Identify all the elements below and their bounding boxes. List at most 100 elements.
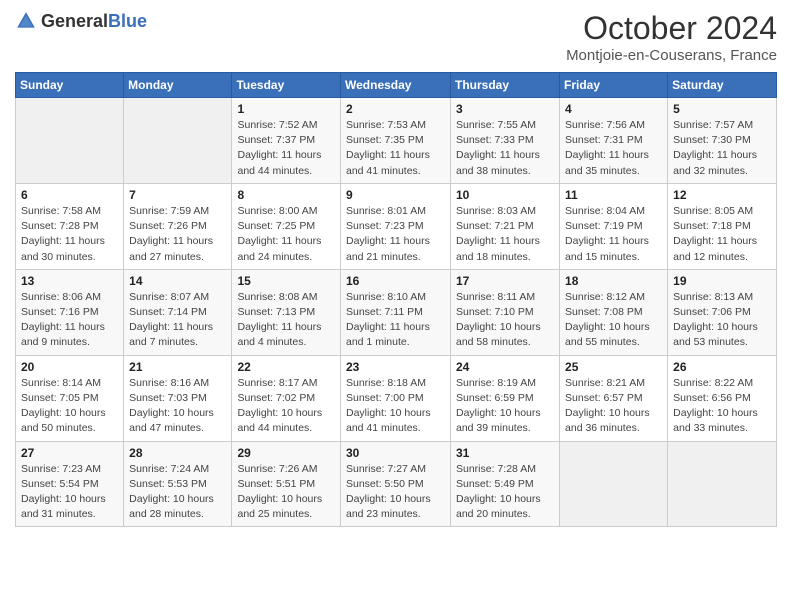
day-number: 19 (673, 274, 771, 288)
day-number: 2 (346, 102, 445, 116)
day-cell (560, 441, 668, 527)
day-detail: Sunrise: 8:16 AMSunset: 7:03 PMDaylight:… (129, 376, 226, 437)
day-detail: Sunrise: 8:03 AMSunset: 7:21 PMDaylight:… (456, 204, 554, 265)
day-number: 9 (346, 188, 445, 202)
day-number: 7 (129, 188, 226, 202)
week-row-3: 13 Sunrise: 8:06 AMSunset: 7:16 PMDayligh… (16, 269, 777, 355)
day-number: 6 (21, 188, 118, 202)
day-number: 8 (237, 188, 335, 202)
day-number: 20 (21, 360, 118, 374)
day-detail: Sunrise: 8:12 AMSunset: 7:08 PMDaylight:… (565, 290, 662, 351)
day-cell: 30 Sunrise: 7:27 AMSunset: 5:50 PMDayligh… (341, 441, 451, 527)
day-detail: Sunrise: 8:08 AMSunset: 7:13 PMDaylight:… (237, 290, 335, 351)
day-number: 15 (237, 274, 335, 288)
day-cell: 19 Sunrise: 8:13 AMSunset: 7:06 PMDayligh… (668, 269, 777, 355)
weekday-header-thursday: Thursday (451, 73, 560, 98)
day-number: 18 (565, 274, 662, 288)
day-cell: 23 Sunrise: 8:18 AMSunset: 7:00 PMDayligh… (341, 355, 451, 441)
day-cell: 3 Sunrise: 7:55 AMSunset: 7:33 PMDaylight… (451, 98, 560, 184)
calendar-page: GeneralBlue October 2024 Montjoie-en-Cou… (0, 0, 792, 542)
day-detail: Sunrise: 8:06 AMSunset: 7:16 PMDaylight:… (21, 290, 118, 351)
day-detail: Sunrise: 8:00 AMSunset: 7:25 PMDaylight:… (237, 204, 335, 265)
day-cell: 2 Sunrise: 7:53 AMSunset: 7:35 PMDaylight… (341, 98, 451, 184)
day-detail: Sunrise: 8:13 AMSunset: 7:06 PMDaylight:… (673, 290, 771, 351)
weekday-header-sunday: Sunday (16, 73, 124, 98)
day-cell: 10 Sunrise: 8:03 AMSunset: 7:21 PMDayligh… (451, 183, 560, 269)
day-number: 23 (346, 360, 445, 374)
day-number: 29 (237, 446, 335, 460)
day-detail: Sunrise: 7:59 AMSunset: 7:26 PMDaylight:… (129, 204, 226, 265)
day-number: 27 (21, 446, 118, 460)
day-cell (124, 98, 232, 184)
day-detail: Sunrise: 8:01 AMSunset: 7:23 PMDaylight:… (346, 204, 445, 265)
day-cell: 9 Sunrise: 8:01 AMSunset: 7:23 PMDaylight… (341, 183, 451, 269)
logo: GeneralBlue (15, 10, 147, 32)
day-detail: Sunrise: 7:24 AMSunset: 5:53 PMDaylight:… (129, 462, 226, 523)
day-detail: Sunrise: 8:19 AMSunset: 6:59 PMDaylight:… (456, 376, 554, 437)
day-number: 4 (565, 102, 662, 116)
day-cell (668, 441, 777, 527)
day-cell: 4Sunrise: 7:56 AMSunset: 7:31 PMDaylight… (560, 98, 668, 184)
day-number: 25 (565, 360, 662, 374)
day-number: 10 (456, 188, 554, 202)
day-detail: Sunrise: 7:58 AMSunset: 7:28 PMDaylight:… (21, 204, 118, 265)
day-number: 13 (21, 274, 118, 288)
day-detail: Sunrise: 8:11 AMSunset: 7:10 PMDaylight:… (456, 290, 554, 351)
day-number: 24 (456, 360, 554, 374)
day-cell: 22Sunrise: 8:17 AMSunset: 7:02 PMDayligh… (232, 355, 341, 441)
day-cell: 20Sunrise: 8:14 AMSunset: 7:05 PMDayligh… (16, 355, 124, 441)
day-number: 21 (129, 360, 226, 374)
day-cell: 1Sunrise: 7:52 AMSunset: 7:37 PMDaylight… (232, 98, 341, 184)
logo-blue: Blue (108, 11, 147, 31)
day-detail: Sunrise: 8:07 AMSunset: 7:14 PMDaylight:… (129, 290, 226, 351)
day-cell: 11Sunrise: 8:04 AMSunset: 7:19 PMDayligh… (560, 183, 668, 269)
week-row-5: 27 Sunrise: 7:23 AMSunset: 5:54 PMDayligh… (16, 441, 777, 527)
week-row-4: 20Sunrise: 8:14 AMSunset: 7:05 PMDayligh… (16, 355, 777, 441)
day-detail: Sunrise: 7:53 AMSunset: 7:35 PMDaylight:… (346, 118, 445, 179)
day-detail: Sunrise: 7:55 AMSunset: 7:33 PMDaylight:… (456, 118, 554, 179)
day-number: 30 (346, 446, 445, 460)
weekday-header-tuesday: Tuesday (232, 73, 341, 98)
logo-text: GeneralBlue (41, 11, 147, 32)
day-number: 3 (456, 102, 554, 116)
day-detail: Sunrise: 7:23 AMSunset: 5:54 PMDaylight:… (21, 462, 118, 523)
day-cell: 14 Sunrise: 8:07 AMSunset: 7:14 PMDayligh… (124, 269, 232, 355)
day-cell: 29 Sunrise: 7:26 AMSunset: 5:51 PMDayligh… (232, 441, 341, 527)
day-detail: Sunrise: 7:28 AMSunset: 5:49 PMDaylight:… (456, 462, 554, 523)
day-cell: 7 Sunrise: 7:59 AMSunset: 7:26 PMDaylight… (124, 183, 232, 269)
weekday-header-friday: Friday (560, 73, 668, 98)
day-detail: Sunrise: 7:27 AMSunset: 5:50 PMDaylight:… (346, 462, 445, 523)
day-detail: Sunrise: 8:17 AMSunset: 7:02 PMDaylight:… (237, 376, 335, 437)
day-cell: 8 Sunrise: 8:00 AMSunset: 7:25 PMDaylight… (232, 183, 341, 269)
day-detail: Sunrise: 8:18 AMSunset: 7:00 PMDaylight:… (346, 376, 445, 437)
day-cell (16, 98, 124, 184)
title-area: October 2024 Montjoie-en-Couserans, Fran… (566, 10, 777, 64)
weekday-header-monday: Monday (124, 73, 232, 98)
calendar-table: SundayMondayTuesdayWednesdayThursdayFrid… (15, 72, 777, 527)
weekday-header-wednesday: Wednesday (341, 73, 451, 98)
week-row-2: 6 Sunrise: 7:58 AMSunset: 7:28 PMDaylight… (16, 183, 777, 269)
day-number: 17 (456, 274, 554, 288)
day-cell: 15 Sunrise: 8:08 AMSunset: 7:13 PMDayligh… (232, 269, 341, 355)
day-cell: 27 Sunrise: 7:23 AMSunset: 5:54 PMDayligh… (16, 441, 124, 527)
day-number: 5 (673, 102, 771, 116)
day-number: 31 (456, 446, 554, 460)
weekday-header-row: SundayMondayTuesdayWednesdayThursdayFrid… (16, 73, 777, 98)
day-cell: 5 Sunrise: 7:57 AMSunset: 7:30 PMDaylight… (668, 98, 777, 184)
day-detail: Sunrise: 8:05 AMSunset: 7:18 PMDaylight:… (673, 204, 771, 265)
day-number: 28 (129, 446, 226, 460)
day-detail: Sunrise: 7:26 AMSunset: 5:51 PMDaylight:… (237, 462, 335, 523)
location-title: Montjoie-en-Couserans, France (566, 47, 777, 64)
day-number: 16 (346, 274, 445, 288)
day-detail: Sunrise: 7:52 AMSunset: 7:37 PMDaylight:… (237, 118, 335, 179)
day-detail: Sunrise: 7:57 AMSunset: 7:30 PMDaylight:… (673, 118, 771, 179)
month-title: October 2024 (566, 10, 777, 47)
day-number: 12 (673, 188, 771, 202)
day-cell: 6 Sunrise: 7:58 AMSunset: 7:28 PMDaylight… (16, 183, 124, 269)
day-number: 14 (129, 274, 226, 288)
day-number: 11 (565, 188, 662, 202)
day-detail: Sunrise: 8:21 AMSunset: 6:57 PMDaylight:… (565, 376, 662, 437)
day-cell: 16Sunrise: 8:10 AMSunset: 7:11 PMDayligh… (341, 269, 451, 355)
day-cell: 31 Sunrise: 7:28 AMSunset: 5:49 PMDayligh… (451, 441, 560, 527)
logo-icon (15, 10, 37, 32)
